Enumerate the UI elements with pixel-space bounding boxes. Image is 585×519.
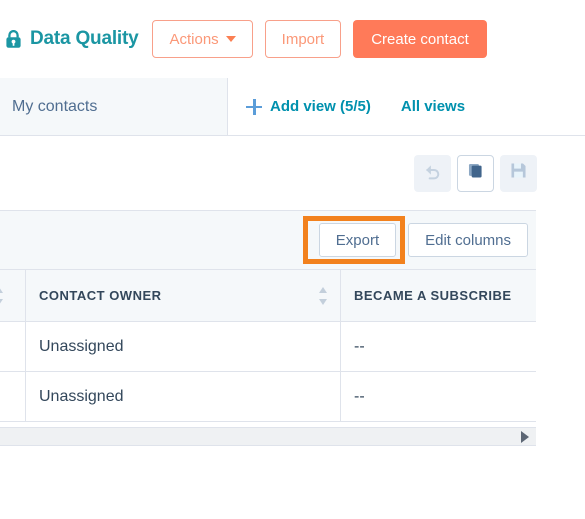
edit-columns-button[interactable]: Edit columns bbox=[408, 223, 528, 257]
table-cell-partial bbox=[0, 322, 26, 371]
plus-icon bbox=[246, 98, 262, 115]
scrollbar-thumb[interactable] bbox=[0, 428, 506, 445]
table-cell-partial bbox=[0, 372, 26, 421]
header-button-group: Actions Import Create contact bbox=[152, 20, 487, 58]
page-bottom-filler bbox=[0, 446, 585, 519]
undo-icon bbox=[423, 161, 442, 185]
add-view-button[interactable]: Add view (5/5) bbox=[246, 78, 371, 135]
save-icon bbox=[509, 161, 528, 185]
table-header-label-became-a-subscriber: BECAME A SUBSCRIBE bbox=[354, 288, 512, 303]
all-views-label: All views bbox=[400, 98, 466, 115]
table-cell-became-a-subscriber: -- bbox=[354, 337, 365, 355]
sort-arrows-icon[interactable] bbox=[319, 286, 328, 306]
tab-my-contacts[interactable]: My contacts bbox=[0, 78, 228, 135]
save-view-button[interactable] bbox=[500, 154, 537, 192]
chevron-down-icon bbox=[225, 36, 236, 42]
page-title-group: Data Quality bbox=[5, 28, 139, 50]
table-header-row: CONTACT OWNER BECAME A SUBSCRIBE bbox=[0, 270, 536, 322]
table-cell-contact-owner: Unassigned bbox=[26, 372, 341, 421]
table-action-bar: Export Edit columns bbox=[0, 210, 536, 270]
copy-icon bbox=[467, 162, 485, 185]
view-icon-toolbar bbox=[0, 136, 585, 210]
page-title: Data Quality bbox=[30, 28, 139, 49]
create-contact-button[interactable]: Create contact bbox=[353, 20, 487, 58]
table-header-cell-became-a-subscriber[interactable]: BECAME A SUBSCRIBE bbox=[341, 270, 536, 321]
table-cell-became-a-subscriber: -- bbox=[354, 387, 365, 405]
table-header-cell-contact-owner[interactable]: CONTACT OWNER bbox=[26, 270, 341, 321]
caret-right-icon[interactable] bbox=[521, 430, 529, 443]
edit-columns-button-label: Edit columns bbox=[425, 231, 511, 249]
import-button-label: Import bbox=[281, 30, 325, 48]
view-tabstrip: My contacts Add view (5/5) All views bbox=[0, 78, 585, 136]
table-row[interactable]: Unassigned -- bbox=[0, 322, 536, 372]
undo-button[interactable] bbox=[414, 154, 451, 192]
table-row[interactable]: Unassigned -- bbox=[0, 372, 536, 422]
table-header-cell-partial[interactable] bbox=[0, 270, 26, 321]
table-header-label-contact-owner: CONTACT OWNER bbox=[39, 288, 162, 303]
horizontal-scrollbar[interactable] bbox=[0, 427, 536, 446]
clone-view-button[interactable] bbox=[457, 154, 494, 192]
all-views-link[interactable]: All views bbox=[401, 78, 465, 135]
sort-arrows-icon bbox=[0, 286, 4, 306]
page-header: Data Quality Actions Import Create conta… bbox=[0, 0, 585, 78]
add-view-label: Add view (5/5) bbox=[270, 98, 371, 115]
contacts-table: CONTACT OWNER BECAME A SUBSCRIBE Unassig… bbox=[0, 270, 536, 422]
table-cell-contact-owner: Unassigned bbox=[26, 322, 341, 371]
lock-icon bbox=[5, 29, 22, 49]
actions-button[interactable]: Actions bbox=[152, 20, 253, 58]
actions-button-label: Actions bbox=[169, 30, 219, 48]
export-button-label: Export bbox=[335, 231, 380, 249]
import-button[interactable]: Import bbox=[264, 20, 342, 58]
create-contact-button-label: Create contact bbox=[371, 30, 469, 48]
export-button[interactable]: Export bbox=[318, 223, 397, 257]
tab-my-contacts-label: My contacts bbox=[12, 97, 98, 115]
